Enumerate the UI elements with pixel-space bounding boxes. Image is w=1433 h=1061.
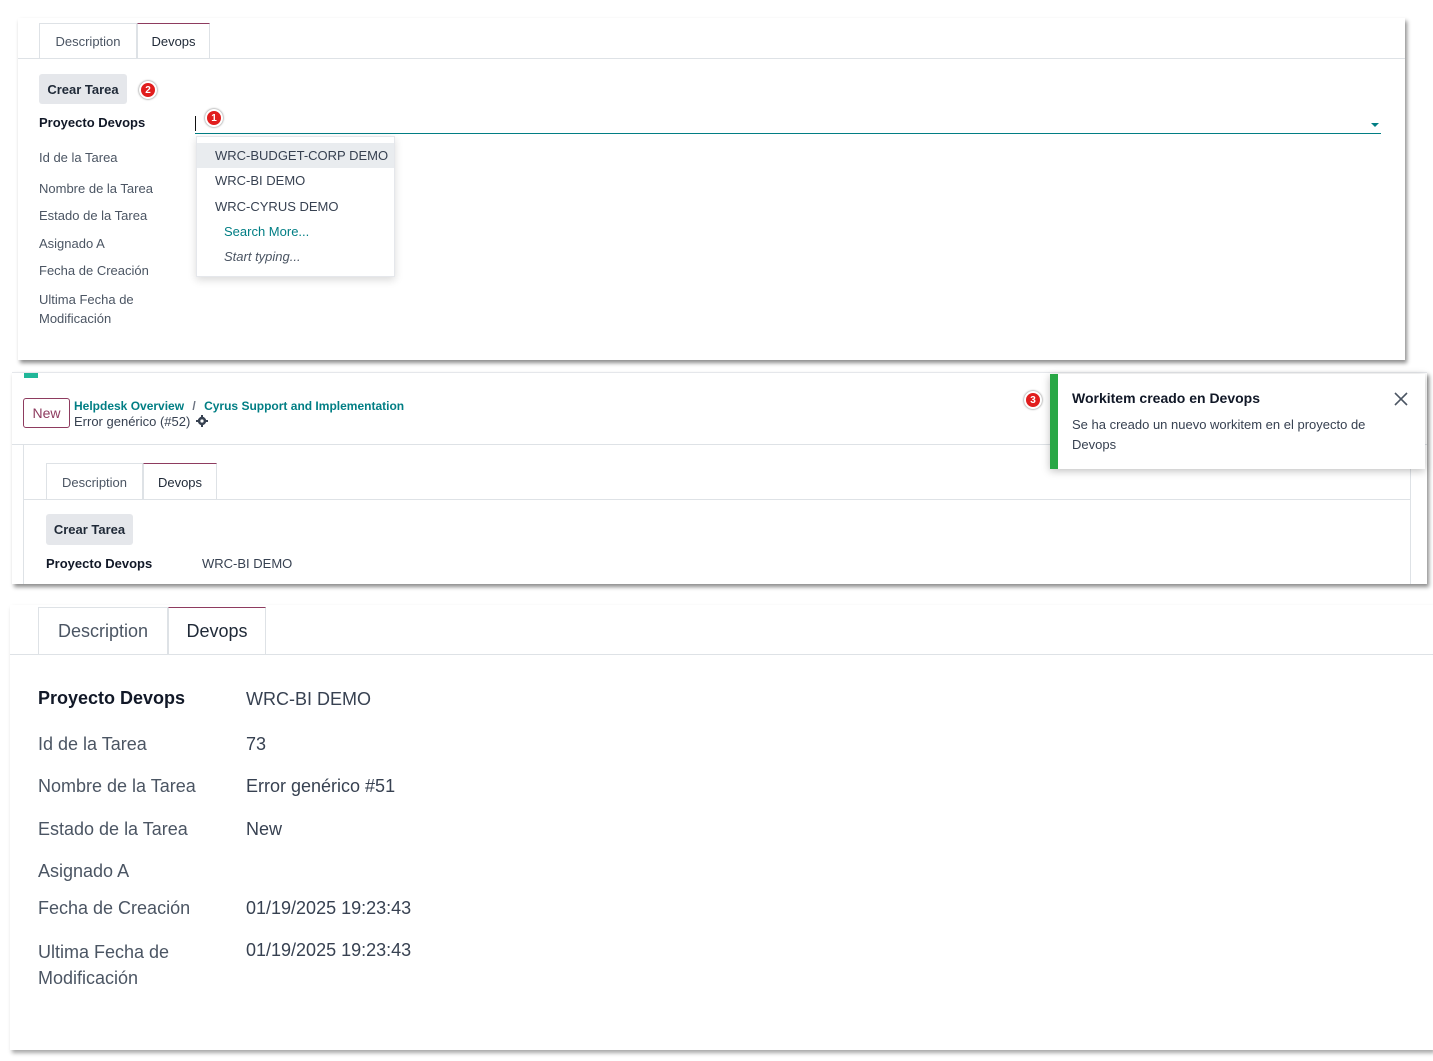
text-cursor	[195, 116, 196, 131]
devops-panel-result: Description Devops Proyecto Devops WRC-B…	[10, 605, 1433, 1050]
close-icon[interactable]	[1393, 391, 1409, 407]
breadcrumb-separator: /	[192, 399, 196, 413]
step-badge-2: 2	[139, 81, 157, 99]
success-toast: Workitem creado en Devops Se ha creado u…	[1050, 374, 1425, 469]
id-tarea-label: Id de la Tarea	[39, 150, 118, 165]
proyecto-devops-label: Proyecto Devops	[38, 688, 186, 708]
proyecto-devops-input[interactable]	[195, 114, 1381, 134]
toast-title: Workitem creado en Devops	[1072, 390, 1261, 406]
start-typing-hint: Start typing...	[224, 249, 301, 264]
top-nav-cutoff-line	[12, 372, 1427, 373]
breadcrumb: Helpdesk Overview / Cyrus Support and Im…	[74, 399, 404, 413]
estado-tarea-value: New	[246, 819, 283, 839]
proyecto-devops-value: WRC-BI DEMO	[246, 689, 371, 709]
dropdown-option[interactable]: WRC-CYRUS DEMO	[197, 194, 394, 219]
nombre-tarea-label: Nombre de la Tarea	[39, 181, 153, 196]
ultima-fecha-value: 01/19/2025 19:23:43	[246, 940, 412, 960]
tab-devops[interactable]: Devops	[137, 23, 210, 59]
tab-description[interactable]: Description	[38, 607, 168, 655]
ultima-fecha-line1: Ultima Fecha de	[38, 942, 170, 962]
fecha-creacion-label: Fecha de Creación	[39, 263, 149, 278]
record-title: Error genérico (#52)	[74, 414, 208, 429]
nombre-tarea-value: Error genérico #51	[246, 776, 396, 796]
fecha-creacion-value: 01/19/2025 19:23:43	[246, 898, 412, 918]
ultima-fecha-line2: Modificación	[38, 968, 139, 988]
ultima-fecha-line2: Modificación	[39, 311, 112, 326]
crear-tarea-button[interactable]: Crear Tarea	[46, 514, 133, 545]
id-tarea-label: Id de la Tarea	[38, 734, 147, 754]
ultima-fecha-line1: Ultima Fecha de	[39, 292, 134, 307]
ultima-fecha-label: Ultima Fecha de Modificación	[39, 290, 134, 328]
id-tarea-value: 73	[246, 734, 267, 754]
breadcrumb-cyrus-support[interactable]: Cyrus Support and Implementation	[204, 399, 404, 413]
asignado-label: Asignado A	[38, 861, 130, 881]
proyecto-devops-label: Proyecto Devops	[39, 115, 146, 130]
asignado-label: Asignado A	[39, 236, 105, 251]
caret-down-icon[interactable]	[1371, 123, 1379, 127]
search-more-link[interactable]: Search More...	[197, 219, 394, 244]
crear-tarea-button[interactable]: Crear Tarea	[39, 74, 127, 104]
proyecto-dropdown: WRC-BUDGET-CORP DEMO WRC-BI DEMO WRC-CYR…	[196, 136, 395, 277]
tab-devops[interactable]: Devops	[143, 463, 217, 500]
estado-tarea-label: Estado de la Tarea	[39, 208, 148, 223]
tab-description[interactable]: Description	[46, 463, 143, 500]
tab-devops[interactable]: Devops	[168, 607, 266, 655]
breadcrumb-helpdesk-overview[interactable]: Helpdesk Overview	[74, 399, 184, 413]
new-button[interactable]: New	[23, 398, 70, 428]
dropdown-option[interactable]: WRC-BUDGET-CORP DEMO	[197, 143, 394, 168]
proyecto-devops-value: WRC-BI DEMO	[202, 556, 293, 571]
nombre-tarea-label: Nombre de la Tarea	[38, 776, 196, 796]
step-badge-1: 1	[205, 109, 223, 127]
ultima-fecha-label: Ultima Fecha de Modificación	[38, 939, 169, 991]
tab-description[interactable]: Description	[39, 23, 137, 59]
step-badge-3: 3	[1024, 391, 1042, 409]
tab-divider	[24, 499, 1410, 500]
dropdown-option[interactable]: WRC-BI DEMO	[197, 168, 394, 193]
record-name: Error genérico (#52)	[74, 414, 191, 429]
tab-divider	[10, 654, 1433, 655]
tab-divider	[18, 58, 1405, 59]
toast-message: Se ha creado un nuevo workitem en el pro…	[1072, 417, 1366, 452]
fecha-creacion-label: Fecha de Creación	[38, 898, 191, 918]
proyecto-devops-label: Proyecto Devops	[46, 556, 153, 571]
estado-tarea-label: Estado de la Tarea	[38, 819, 188, 839]
gear-icon[interactable]	[195, 415, 208, 427]
